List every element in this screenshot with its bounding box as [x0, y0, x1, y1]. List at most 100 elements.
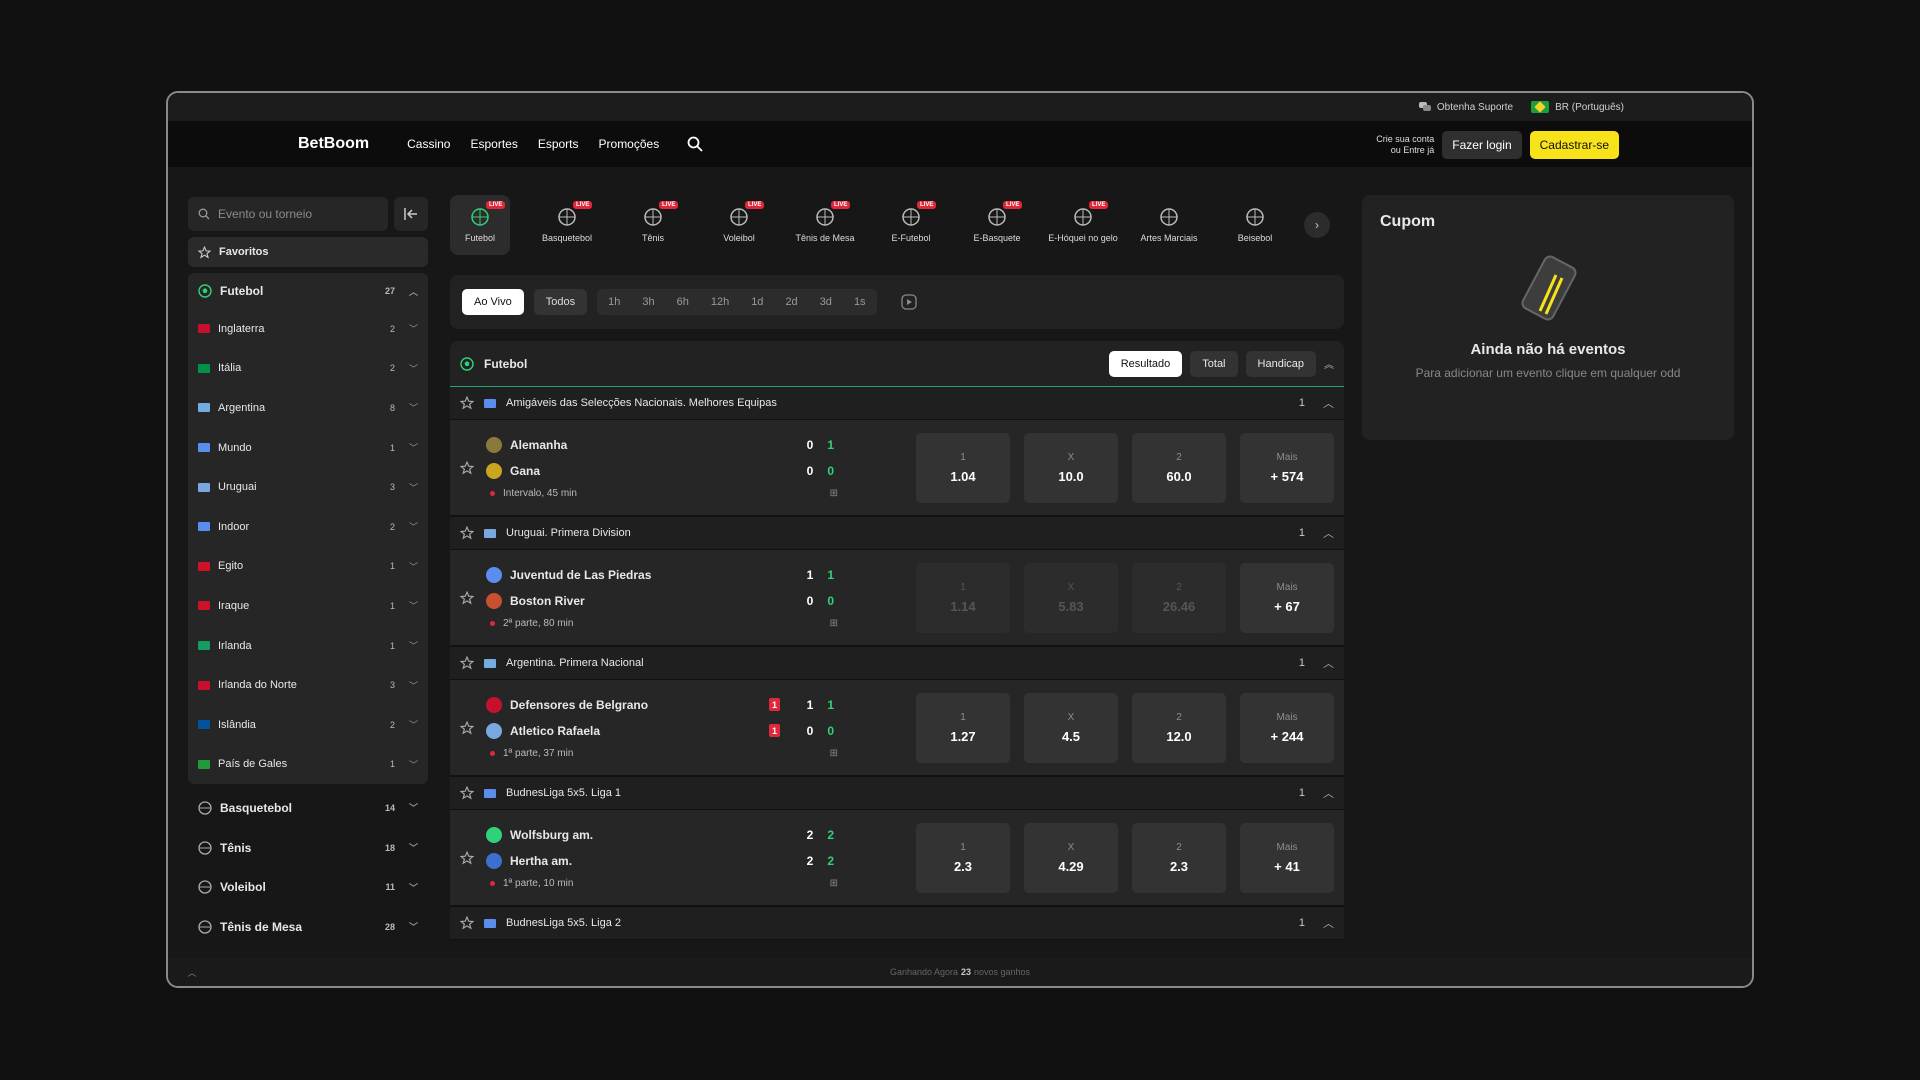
odd-button[interactable]: X 5.83: [1024, 562, 1118, 633]
league-header[interactable]: BudnesLiga 5x5. Liga 1 1 ︿: [450, 777, 1344, 810]
star-icon[interactable]: [460, 720, 474, 735]
sidebar-item-country[interactable]: Irlanda do Norte 3 ﹀: [188, 665, 428, 705]
support-link[interactable]: Obtenha Suporte: [1418, 102, 1513, 113]
sidebar-item-country[interactable]: Egito 1 ﹀: [188, 547, 428, 587]
match-teams[interactable]: Defensores de Belgrano 1 11 Atletico Rafa…: [474, 692, 838, 764]
sidebar-item-country[interactable]: Indoor 2 ﹀: [188, 507, 428, 547]
sidebar-item-sport[interactable]: Basquetebol 14 ﹀: [188, 788, 428, 828]
logo[interactable]: BetBoom: [298, 135, 369, 153]
odd-button[interactable]: Mais + 574: [1240, 432, 1334, 503]
sidebar-item-country[interactable]: Irlanda 1 ﹀: [188, 626, 428, 666]
collapse-sidebar-button[interactable]: [394, 197, 428, 231]
star-icon[interactable]: [460, 850, 474, 865]
search-icon[interactable]: [687, 136, 703, 152]
league-header[interactable]: Argentina. Primera Nacional 1 ︿: [450, 647, 1344, 680]
sidebar-item-sport[interactable]: Voleibol 11 ﹀: [188, 867, 428, 907]
tab-sport[interactable]: LIVE Voleibol: [696, 195, 782, 255]
video-icon[interactable]: [900, 294, 917, 310]
nav-cassino[interactable]: Cassino: [407, 137, 450, 151]
chevron-up-icon[interactable]: ︿: [1323, 785, 1334, 801]
star-icon[interactable]: [460, 916, 474, 930]
odd-button[interactable]: X 10.0: [1024, 432, 1118, 503]
sidebar-item-country[interactable]: Islândia 2 ﹀: [188, 705, 428, 745]
star-icon[interactable]: [460, 396, 474, 410]
sidebar-item-sport[interactable]: Tênis de Mesa 28 ﹀: [188, 907, 428, 947]
tab-sport[interactable]: Beisebol: [1212, 195, 1298, 255]
tab-handicap[interactable]: Handicap: [1245, 350, 1316, 377]
odd-button[interactable]: 2 26.46: [1132, 562, 1226, 633]
odd-button[interactable]: 2 12.0: [1132, 692, 1226, 763]
time-filter-button[interactable]: 3d: [809, 296, 843, 308]
match-teams[interactable]: Alemanha 01 Gana 00 Intervalo, 45 min ⊞: [474, 432, 838, 504]
language-selector[interactable]: BR (Português): [1531, 101, 1624, 113]
tab-sport[interactable]: LIVE E-Basquete: [954, 195, 1040, 255]
odd-button[interactable]: 1 1.14: [916, 562, 1010, 633]
odd-button[interactable]: 1 1.04: [916, 432, 1010, 503]
odd-button[interactable]: X 4.29: [1024, 822, 1118, 893]
time-filter-button[interactable]: 1h: [597, 296, 631, 308]
tab-sport[interactable]: LIVE Basquetebol: [524, 195, 610, 255]
star-icon[interactable]: [460, 656, 474, 670]
odd-button[interactable]: Mais + 41: [1240, 822, 1334, 893]
time-filter-button[interactable]: 3h: [631, 296, 665, 308]
league-header[interactable]: BudnesLiga 5x5. Liga 2 1 ︿: [450, 907, 1344, 940]
sidebar-item-sport[interactable]: Tênis 18 ﹀: [188, 828, 428, 868]
double-chevron-up-icon[interactable]: ︽: [1324, 356, 1334, 371]
tab-sport[interactable]: LIVE Futebol: [450, 195, 510, 255]
odd-button[interactable]: 1 1.27: [916, 692, 1010, 763]
chevron-up-icon[interactable]: ︿: [1323, 915, 1334, 931]
star-icon[interactable]: [460, 460, 474, 475]
odd-button[interactable]: X 4.5: [1024, 692, 1118, 763]
sidebar-item-country[interactable]: Itália 2 ﹀: [188, 349, 428, 389]
time-filter-button[interactable]: 12h: [700, 296, 740, 308]
time-filter-button[interactable]: 2d: [774, 296, 808, 308]
nav-promocoes[interactable]: Promoções: [599, 137, 660, 151]
tab-sport[interactable]: LIVE Tênis de Mesa: [782, 195, 868, 255]
search-input[interactable]: Evento ou torneio: [188, 197, 388, 231]
league-header[interactable]: Uruguai. Primera Division 1 ︿: [450, 517, 1344, 550]
next-sports-button[interactable]: ›: [1304, 212, 1330, 238]
login-button[interactable]: Fazer login: [1442, 131, 1522, 159]
league-header[interactable]: Amigáveis das Selecções Nacionais. Melho…: [450, 387, 1344, 420]
chevron-up-icon[interactable]: ︿: [180, 960, 204, 984]
sidebar-item-country[interactable]: País de Gales 1 ﹀: [188, 745, 428, 785]
sidebar-item-country[interactable]: Uruguai 3 ﹀: [188, 467, 428, 507]
time-filter-button[interactable]: 6h: [666, 296, 700, 308]
tab-sport[interactable]: LIVE E-Hóquei no gelo: [1040, 195, 1126, 255]
tab-resultado[interactable]: Resultado: [1108, 350, 1183, 377]
star-icon[interactable]: [460, 590, 474, 605]
filter-live-button[interactable]: Ao Vivo: [462, 289, 524, 315]
favorites-item[interactable]: Favoritos: [188, 237, 428, 267]
chevron-down-icon: ﹀: [408, 403, 418, 414]
chevron-up-icon[interactable]: ︿: [1323, 655, 1334, 671]
match-teams[interactable]: Juventud de Las Piedras 11 Boston River …: [474, 562, 838, 634]
sidebar-item-country[interactable]: Argentina 8 ﹀: [188, 388, 428, 428]
tab-sport[interactable]: Artes Marciais: [1126, 195, 1212, 255]
tab-sport[interactable]: LIVE Tênis: [610, 195, 696, 255]
star-icon[interactable]: [460, 786, 474, 800]
odd-button[interactable]: 2 2.3: [1132, 822, 1226, 893]
star-icon[interactable]: [460, 526, 474, 540]
odd-button[interactable]: Mais + 244: [1240, 692, 1334, 763]
stats-icon: ⊞: [829, 878, 838, 889]
time-filter-button[interactable]: 1s: [843, 296, 877, 308]
nav-esportes[interactable]: Esportes: [470, 137, 517, 151]
register-button[interactable]: Cadastrar-se: [1529, 131, 1619, 159]
time-filter-button[interactable]: 1d: [740, 296, 774, 308]
sidebar-item-country[interactable]: Mundo 1 ﹀: [188, 428, 428, 468]
odd-button[interactable]: 1 2.3: [916, 822, 1010, 893]
filter-all-button[interactable]: Todos: [533, 289, 588, 315]
chevron-up-icon[interactable]: ︿: [1323, 395, 1334, 411]
tab-total[interactable]: Total: [1190, 350, 1238, 377]
odd-button[interactable]: Mais + 67: [1240, 562, 1334, 633]
chevron-up-icon[interactable]: ︿: [1323, 525, 1334, 541]
odd-button[interactable]: 2 60.0: [1132, 432, 1226, 503]
match-teams[interactable]: Wolfsburg am. 22 Hertha am. 22 1ª parte,…: [474, 822, 838, 894]
sport-group-futebol: Futebol 27 ︿ Inglaterra 2 ﹀ Itália 2 ﹀ A…: [188, 273, 428, 785]
nav-esports[interactable]: Esports: [538, 137, 579, 151]
stats-icon: ⊞: [829, 618, 838, 629]
sidebar-item-country[interactable]: Iraque 1 ﹀: [188, 586, 428, 626]
sidebar-item-futebol[interactable]: Futebol 27 ︿: [188, 273, 428, 309]
sidebar-item-country[interactable]: Inglaterra 2 ﹀: [188, 309, 428, 349]
tab-sport[interactable]: LIVE E-Futebol: [868, 195, 954, 255]
